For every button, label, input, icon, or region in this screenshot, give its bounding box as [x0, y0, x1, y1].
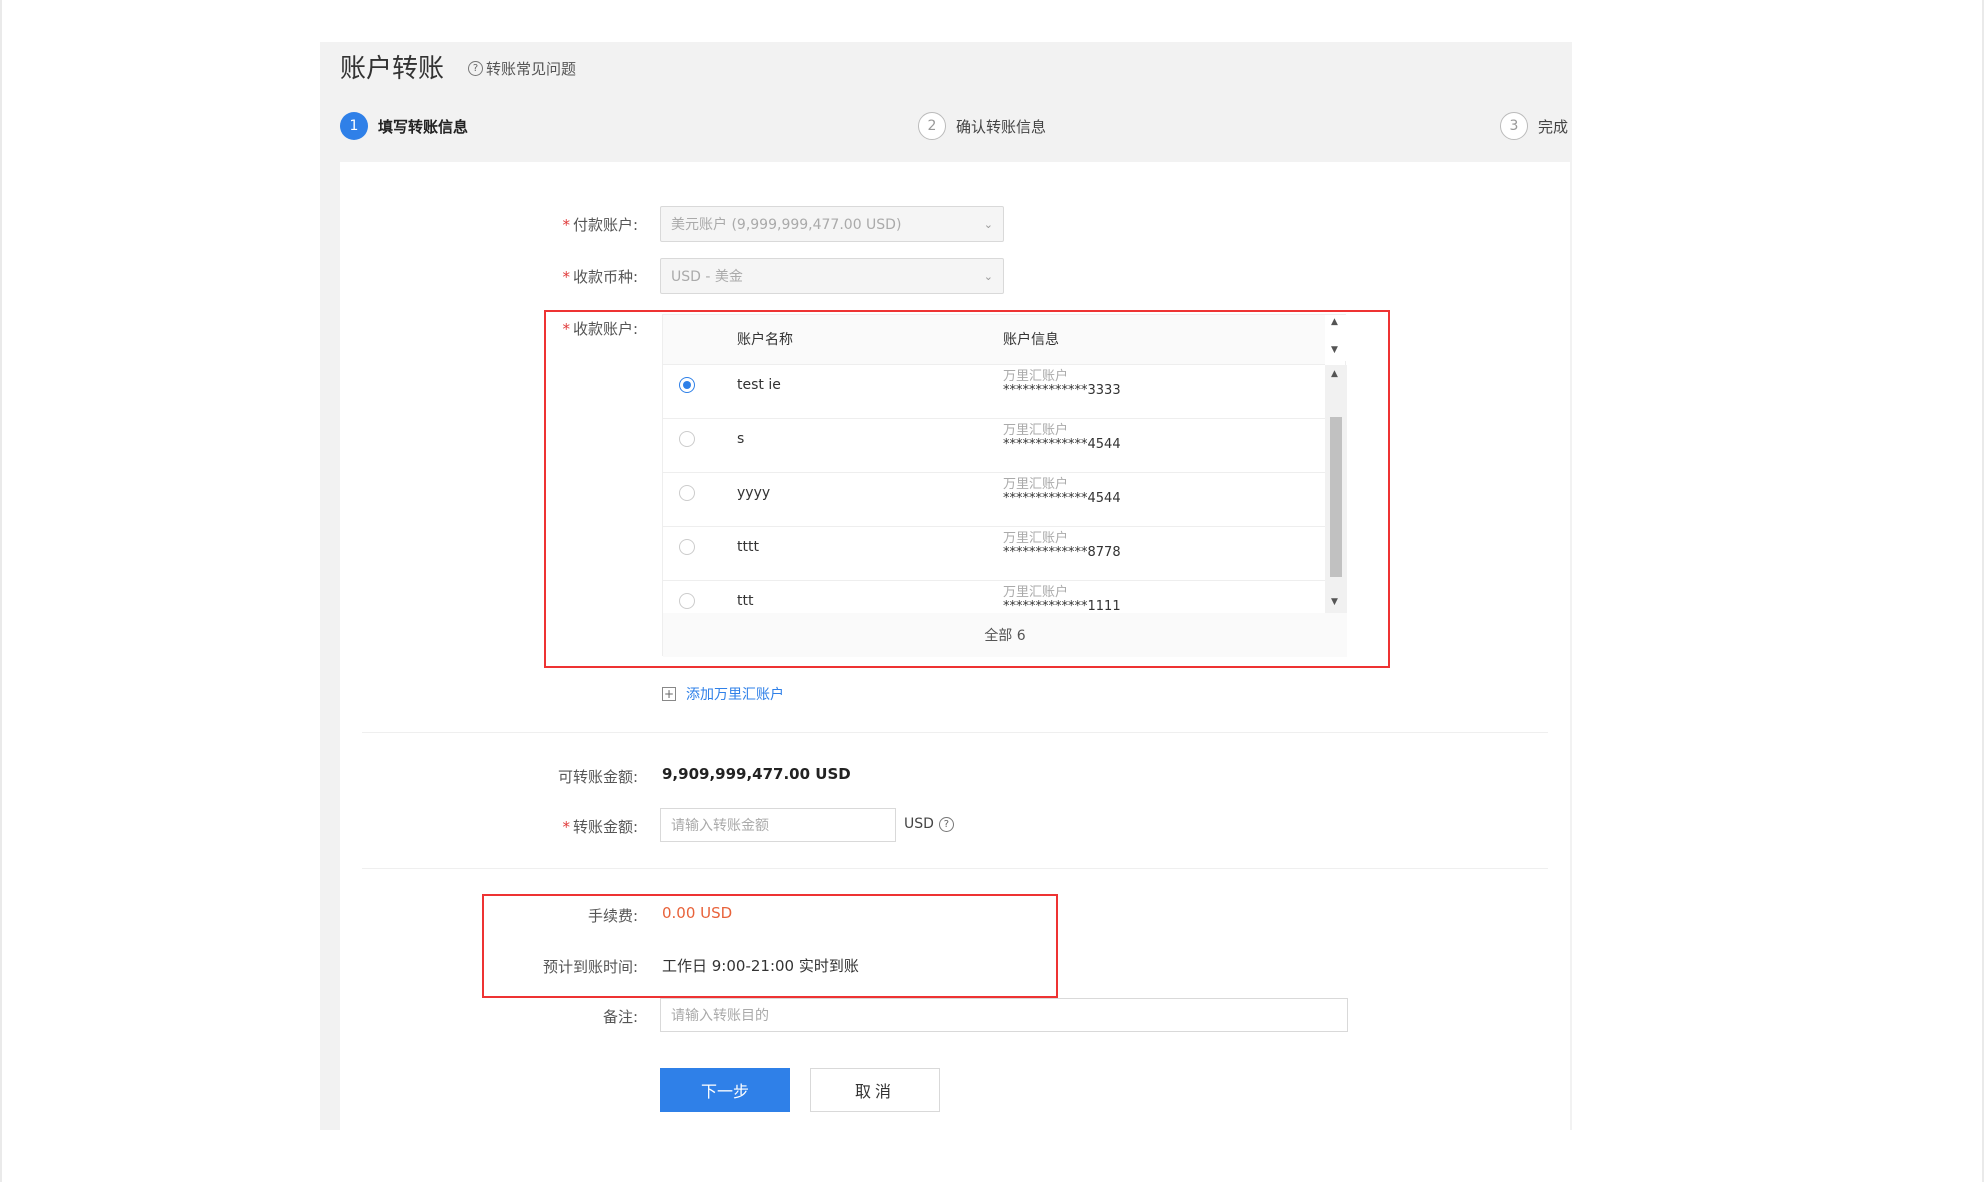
row-radio[interactable]	[679, 539, 695, 555]
header-scrollbar[interactable]: ▲ ▼	[1325, 315, 1347, 361]
scroll-down-icon[interactable]: ▼	[1331, 597, 1338, 607]
step-label: 完成	[1538, 117, 1569, 136]
payer-account-label: * 付款账户:	[562, 216, 638, 234]
account-number: *************4544	[1003, 491, 1121, 506]
step-number: 3	[1500, 112, 1528, 140]
row-radio[interactable]	[679, 593, 695, 609]
scroll-down-icon[interactable]: ▼	[1331, 345, 1338, 355]
account-type: 万里汇账户	[1003, 369, 1069, 384]
faq-label: 转账常见问题	[486, 60, 577, 78]
transfer-amount-input[interactable]: 请输入转账金额	[660, 808, 896, 842]
account-number: *************3333	[1003, 383, 1121, 398]
account-type: 万里汇账户	[1003, 423, 1069, 438]
fee-label: 手续费:	[587, 907, 638, 925]
amount-unit-label: USD	[904, 816, 934, 832]
table-body: test ie 万里汇账户 *************3333 s 万里汇账户 …	[663, 365, 1325, 613]
row-radio[interactable]	[679, 377, 695, 393]
step-complete: 3 完成	[1500, 112, 1568, 140]
amount-unit: USD ?	[904, 816, 954, 832]
faq-link[interactable]: ? 转账常见问题	[468, 58, 576, 79]
plus-icon: +	[662, 687, 676, 701]
table-row[interactable]: yyyy 万里汇账户 *************4544	[663, 473, 1325, 527]
account-number: *************1111	[1003, 599, 1121, 613]
scroll-up-icon[interactable]: ▲	[1331, 317, 1338, 327]
chevron-down-icon: ⌄	[983, 269, 993, 283]
row-radio[interactable]	[679, 485, 695, 501]
available-amount-label: 可转账金额:	[557, 768, 638, 786]
step-label: 填写转账信息	[378, 117, 469, 136]
payer-account-value: 美元账户 (9,999,999,477.00 USD)	[671, 217, 902, 233]
scrollbar-thumb[interactable]	[1330, 417, 1342, 577]
currency-select[interactable]: USD - 美金 ⌄	[660, 258, 1004, 294]
eta-label: 预计到账时间:	[542, 958, 638, 976]
table-footer-total: 全部 6	[663, 613, 1347, 657]
remark-input[interactable]: 请输入转账目的	[660, 998, 1348, 1032]
section-divider	[362, 868, 1548, 869]
table-row[interactable]: test ie 万里汇账户 *************3333	[663, 365, 1325, 419]
section-divider	[362, 732, 1548, 733]
transfer-amount-label: * 转账金额:	[562, 818, 638, 836]
page-title: 账户转账	[340, 54, 445, 84]
account-type: 万里汇账户	[1003, 477, 1069, 492]
payee-account-label: * 收款账户:	[562, 320, 638, 338]
payee-account-table: 账户名称 账户信息 ▲ ▼ test ie 万里汇账户 ************…	[662, 314, 1347, 657]
account-number: *************8778	[1003, 545, 1121, 560]
account-type: 万里汇账户	[1003, 585, 1069, 600]
table-row[interactable]: ttt 万里汇账户 *************1111	[663, 581, 1325, 613]
table-scrollbar[interactable]: ▲ ▼	[1325, 365, 1347, 613]
step-fill-info: 1 填写转账信息	[340, 112, 468, 140]
cancel-button[interactable]: 取消	[810, 1068, 940, 1112]
column-header-info: 账户信息	[1003, 332, 1059, 348]
account-name: test ie	[737, 377, 781, 393]
account-number: *************4544	[1003, 437, 1121, 452]
scroll-up-icon[interactable]: ▲	[1331, 369, 1338, 379]
add-account-link[interactable]: + 添加万里汇账户	[662, 684, 784, 704]
account-name: ttt	[737, 593, 754, 609]
help-icon[interactable]: ?	[938, 816, 954, 832]
step-confirm-info: 2 确认转账信息	[918, 112, 1046, 140]
table-row[interactable]: s 万里汇账户 *************4544	[663, 419, 1325, 473]
available-amount-value: 9,909,999,477.00 USD	[662, 765, 851, 783]
table-header: 账户名称 账户信息	[663, 315, 1325, 365]
currency-value: USD - 美金	[671, 269, 743, 285]
remark-label: 备注:	[602, 1008, 638, 1026]
account-name: yyyy	[737, 485, 771, 501]
step-number: 2	[918, 112, 946, 140]
page-canvas: 账户转账 ? 转账常见问题 1 填写转账信息 2 确认转账信息 3 完成 * 付款…	[0, 0, 1984, 1182]
row-radio[interactable]	[679, 431, 695, 447]
step-label: 确认转账信息	[956, 117, 1047, 136]
chevron-down-icon: ⌄	[983, 217, 993, 231]
fee-value: 0.00 USD	[662, 904, 733, 922]
account-type: 万里汇账户	[1003, 531, 1069, 546]
column-header-name: 账户名称	[737, 332, 793, 348]
add-account-label: 添加万里汇账户	[686, 687, 784, 703]
next-step-button[interactable]: 下一步	[660, 1068, 790, 1112]
account-name: tttt	[737, 539, 759, 555]
payer-account-select[interactable]: 美元账户 (9,999,999,477.00 USD) ⌄	[660, 206, 1004, 242]
step-number: 1	[340, 112, 368, 140]
account-name: s	[737, 431, 745, 447]
eta-value: 工作日 9:00-21:00 实时到账	[662, 957, 859, 975]
currency-label: * 收款币种:	[562, 268, 638, 286]
help-icon: ?	[468, 61, 483, 76]
table-row[interactable]: tttt 万里汇账户 *************8778	[663, 527, 1325, 581]
